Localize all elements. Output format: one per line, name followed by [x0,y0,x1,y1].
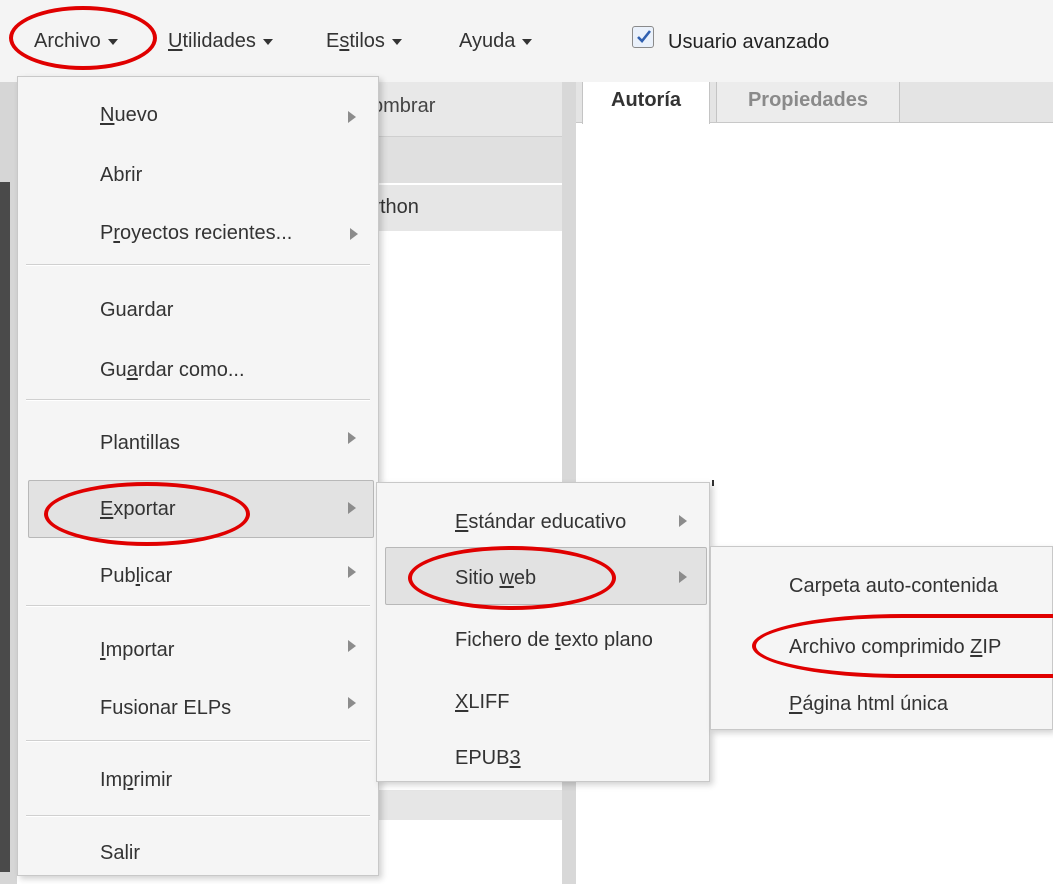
outline-row[interactable] [370,137,562,183]
submenu-arrow-icon [348,566,356,578]
chevron-down-icon [391,38,402,45]
menu-separator [26,740,370,742]
menu-item-salir[interactable]: Salir [100,842,140,865]
left-edge-shadow [0,182,10,872]
menu-ayuda[interactable]: Ayuda [459,30,533,53]
check-icon [637,30,652,43]
menu-item-pagina-html-unica[interactable]: Página html única [789,693,948,716]
menu-item-guardar-como[interactable]: Guardar como... [100,359,245,382]
content-mark [712,480,714,486]
menu-item-estandar-educativo[interactable]: Estándar educativo [455,511,626,534]
submenu-arrow-icon [350,228,358,240]
menu-estilos[interactable]: Estilos [326,30,402,53]
chevron-down-icon [522,38,533,45]
submenu-arrow-icon [679,571,687,583]
menu-item-proyectos-recientes[interactable]: Proyectos recientes... [100,222,292,245]
annotation-ring-archivo [9,6,157,70]
menu-item-carpeta-auto-contenida[interactable]: Carpeta auto-contenida [789,575,998,598]
menu-separator [26,815,370,817]
submenu-arrow-icon [679,515,687,527]
menu-item-fichero-texto-plano[interactable]: Fichero de texto plano [455,629,653,652]
menu-item-xliff[interactable]: XLIFF [455,691,509,714]
submenu-arrow-icon [348,111,356,123]
submenu-arrow-icon [348,640,356,652]
tab-propiedades[interactable]: Propiedades [716,78,900,122]
chevron-down-icon [262,38,273,45]
archivo-menu: Nuevo Abrir Proyectos recientes... Guard… [17,76,379,876]
menu-item-fusionar-elps[interactable]: Fusionar ELPs [100,697,231,720]
submenu-arrow-icon [348,432,356,444]
menu-item-importar[interactable]: Importar [100,639,174,662]
menu-item-plantillas[interactable]: Plantillas [100,432,180,455]
tab-autoria[interactable]: Autoría [582,78,710,124]
outline-header-label: ombrar [372,95,436,117]
annotation-ring-zip [752,614,1053,678]
menubar: Archivo Utilidades Estilos Ayuda Usuario… [0,0,1053,82]
menu-separator [26,264,370,266]
menu-item-imprimir[interactable]: Imprimir [100,769,172,792]
menu-item-epub3[interactable]: EPUB3 [455,747,521,770]
submenu-arrow-icon [348,697,356,709]
menu-utilidades[interactable]: Utilidades [168,30,273,53]
menu-item-guardar[interactable]: Guardar [100,299,173,322]
annotation-ring-sitio-web [408,546,616,610]
usuario-avanzado-label[interactable]: Usuario avanzado [668,31,829,54]
menu-item-nuevo[interactable]: Nuevo [100,104,158,127]
submenu-arrow-icon [348,502,356,514]
menu-separator [26,399,370,401]
menu-item-publicar[interactable]: Publicar [100,565,172,588]
menu-separator [26,605,370,607]
menu-item-abrir[interactable]: Abrir [100,164,142,187]
usuario-avanzado-checkbox[interactable] [632,26,654,48]
annotation-ring-exportar [44,482,250,546]
exportar-submenu: Estándar educativo Sitio web Fichero de … [376,482,710,782]
